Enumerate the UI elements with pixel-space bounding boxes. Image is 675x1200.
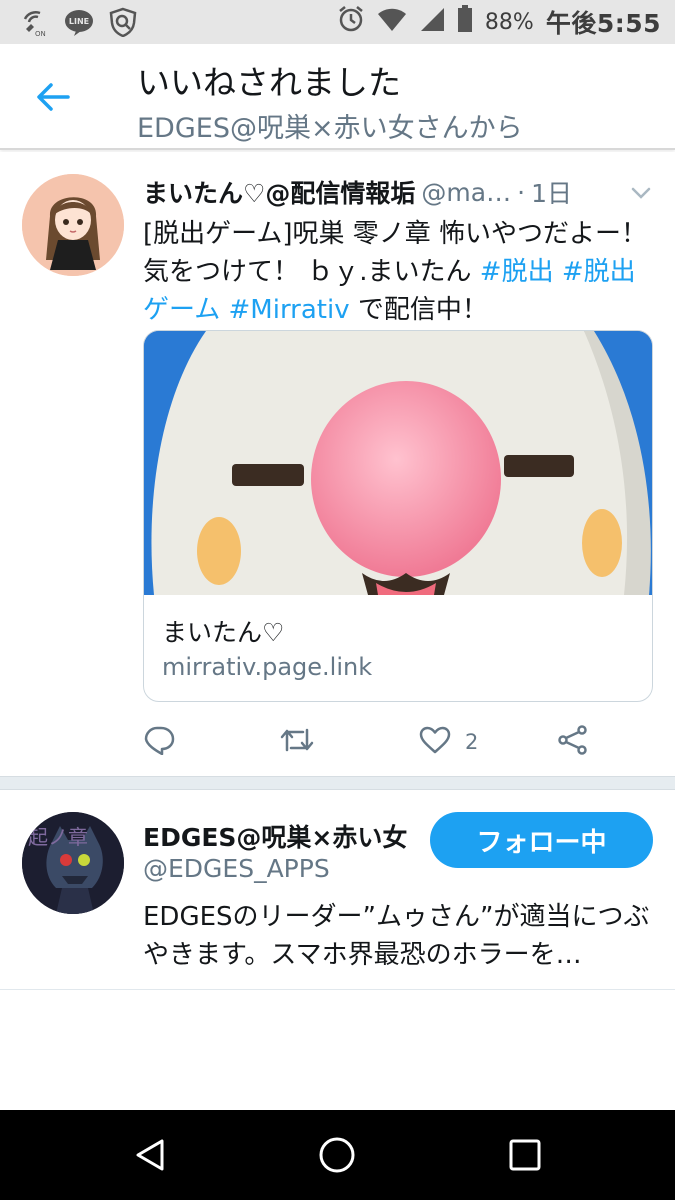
separator: ·	[517, 177, 526, 207]
link-card[interactable]: まいたん♡ mirrativ.page.link	[143, 330, 653, 702]
user-name[interactable]: EDGES@呪巣×赤い女	[143, 818, 407, 854]
card-url: mirrativ.page.link	[162, 653, 373, 681]
page-title: いいねされました	[137, 63, 401, 102]
share-button[interactable]	[557, 722, 589, 762]
retweet-button[interactable]	[279, 722, 315, 762]
card-image	[144, 331, 652, 595]
retweet-icon	[279, 726, 315, 758]
clock: 午後5:55	[545, 9, 661, 38]
back-arrow-icon[interactable]	[30, 74, 76, 120]
tweet-time[interactable]: 1日	[531, 174, 572, 210]
status-bar: ON LINE 88% 午後5:55	[0, 0, 675, 44]
share-icon	[557, 725, 589, 759]
hashtag-link[interactable]: #Mirrativ	[229, 295, 350, 325]
reply-button[interactable]	[143, 722, 175, 762]
system-nav-bar	[0, 1110, 675, 1200]
avatar[interactable]: 起ノ章	[22, 812, 124, 914]
avatar-text: 起ノ章	[28, 825, 88, 849]
heart-icon	[419, 726, 451, 758]
chevron-down-icon[interactable]	[628, 180, 654, 206]
section-divider	[0, 776, 675, 790]
following-button[interactable]: フォロー中	[430, 812, 653, 868]
alarm-icon	[337, 5, 365, 39]
recents-square-icon[interactable]	[500, 1130, 550, 1180]
tweet-actions: 2	[143, 722, 653, 762]
author-name[interactable]: まいたん♡@配信情報垢	[143, 174, 415, 210]
tweet[interactable]: まいたん♡@配信情報垢 @ma… · 1日 [脱出ゲーム]呪巣 零ノ章 怖いやつ…	[0, 152, 675, 776]
like-button[interactable]: 2	[419, 722, 478, 762]
svg-text:ON: ON	[35, 30, 46, 37]
user-handle[interactable]: @EDGES_APPS	[143, 854, 330, 883]
wifi-icon	[377, 6, 407, 38]
home-circle-icon[interactable]	[312, 1130, 362, 1180]
battery-percent: 88%	[484, 9, 534, 35]
line-app-icon: LINE	[64, 7, 94, 37]
like-count: 2	[465, 730, 479, 754]
reply-icon	[143, 725, 175, 759]
author-handle[interactable]: @ma…	[421, 178, 511, 207]
card-title: まいたん♡	[162, 618, 285, 647]
battery-icon	[457, 5, 473, 39]
wifi-calling-on-icon: ON	[20, 7, 50, 37]
hashtag-link[interactable]: #脱出	[480, 257, 554, 287]
avatar[interactable]	[22, 174, 124, 276]
back-triangle-icon[interactable]	[125, 1130, 175, 1180]
app-header: いいねされました EDGES@呪巣×赤い女さんから	[0, 44, 675, 150]
svg-text:LINE: LINE	[69, 17, 89, 26]
user-bio: EDGESのリーダー”ムゥさん”が適当につぶやきます。スマホ界最恐のホラーを…	[143, 902, 650, 970]
tweet-text-tail: で配信中！	[349, 295, 488, 325]
page-subtitle: EDGES@呪巣×赤い女さんから	[137, 113, 523, 144]
tweet-header: まいたん♡@配信情報垢 @ma… · 1日	[143, 174, 659, 210]
shield-icon	[108, 7, 138, 37]
tweet-text: [脱出ゲーム]呪巣 零ノ章 怖いやつだよー！気をつけて！ ｂｙ.まいたん #脱出…	[143, 215, 653, 329]
cell-signal-icon	[419, 6, 445, 38]
user-row[interactable]: 起ノ章 EDGES@呪巣×赤い女 @EDGES_APPS フォロー中 EDGES…	[0, 790, 675, 990]
